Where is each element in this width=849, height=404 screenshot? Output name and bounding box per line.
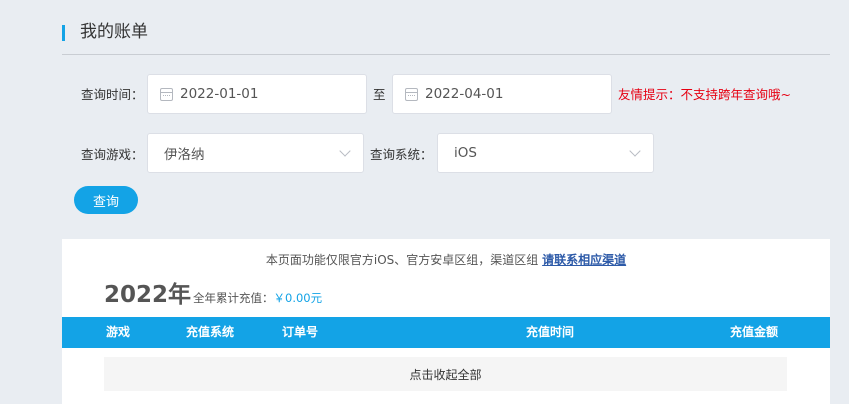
table-header: 游戏 充值系统 订单号 充值时间 充值金额 [62, 317, 830, 348]
query-system-label: 查询系统： [370, 147, 433, 162]
year-title: 2022年 [104, 282, 192, 308]
cross-year-hint: 友情提示：不支持跨年查询哦~ [618, 87, 791, 102]
channel-notice-text: 本页面功能仅限官方iOS、官方安卓区组，渠道区组 [265, 253, 539, 267]
system-select-value: iOS [454, 145, 477, 161]
query-button[interactable]: 查询 [74, 186, 138, 214]
system-select[interactable]: iOS [437, 133, 654, 173]
title-accent-bar [62, 25, 65, 41]
column-header-game: 游戏 [106, 325, 131, 339]
query-game-label: 查询游戏： [81, 147, 144, 162]
query-time-label: 查询时间： [81, 87, 144, 102]
calendar-icon [405, 87, 418, 101]
page-header: 我的账单 [62, 20, 830, 55]
annual-total-amount: ￥0.00元 [273, 291, 323, 305]
annual-total: 全年累计充值：￥0.00元 [193, 289, 322, 307]
column-header-amount: 充值金额 [730, 325, 779, 339]
contact-channel-link[interactable]: 请联系相应渠道 [542, 253, 626, 267]
end-date-input[interactable]: 2022-04-01 [392, 74, 612, 114]
bill-panel: 本页面功能仅限官方iOS、官方安卓区组，渠道区组 请联系相应渠道 2022年 全… [62, 239, 830, 404]
chevron-down-icon [629, 145, 641, 157]
annual-total-label: 全年累计充值： [193, 291, 274, 305]
column-header-order-no: 订单号 [282, 325, 319, 339]
start-date-input[interactable]: 2022-01-01 [147, 74, 367, 114]
calendar-icon [160, 87, 173, 101]
column-header-system: 充值系统 [186, 325, 235, 339]
start-date-value: 2022-01-01 [180, 86, 259, 102]
column-header-time: 充值时间 [526, 325, 575, 339]
game-select[interactable]: 伊洛纳 [147, 133, 364, 173]
chevron-down-icon [339, 145, 351, 157]
page-title: 我的账单 [80, 22, 148, 42]
end-date-value: 2022-04-01 [425, 86, 504, 102]
game-select-value: 伊洛纳 [164, 147, 205, 163]
date-range-separator: 至 [373, 87, 386, 102]
collapse-all-button[interactable]: 点击收起全部 [104, 357, 787, 391]
channel-notice: 本页面功能仅限官方iOS、官方安卓区组，渠道区组 请联系相应渠道 [62, 251, 830, 268]
